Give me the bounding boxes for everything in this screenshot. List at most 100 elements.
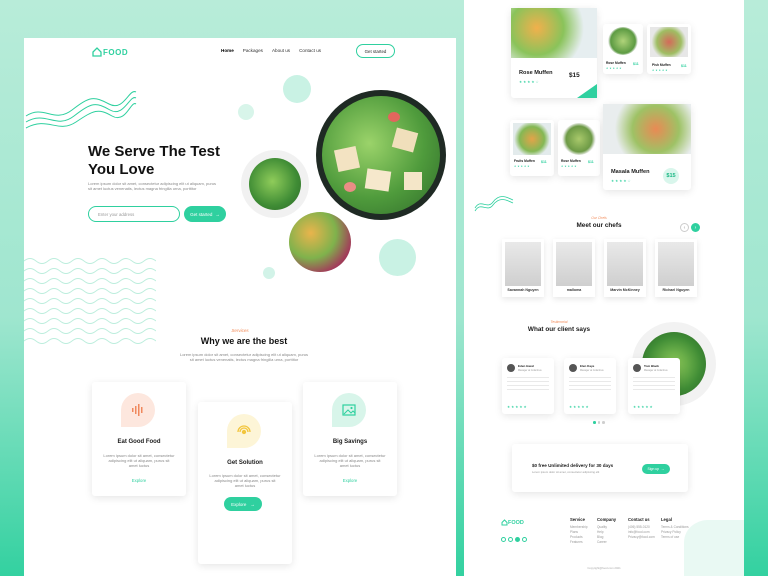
review-text (633, 377, 675, 393)
rating-stars: ★★★★★ (633, 405, 654, 409)
testimonial-card: Eden Hazel Manager at Columbus ★★★★★ (502, 358, 554, 414)
feature-card-title: Eat Good Food (117, 439, 161, 445)
footer-column-title: Contact us (628, 517, 650, 522)
footer-column-company: Company Quality Help Blog Career (597, 517, 616, 545)
chef-card[interactable]: malloma (553, 239, 595, 297)
nav-packages[interactable]: Packages (243, 48, 263, 53)
menu-item-name: Rose Muffen (606, 61, 626, 65)
menu-card-small[interactable]: Rose Muffen ★★★★★ $11 (603, 24, 643, 74)
decor-circle (238, 104, 254, 120)
add-to-cart-button[interactable] (577, 84, 597, 98)
rating-stars: ★★★★☆ (519, 80, 540, 84)
footer-link[interactable]: Features (570, 540, 588, 545)
social-links (501, 537, 527, 542)
nav-about[interactable]: About us (272, 48, 290, 53)
chef-card[interactable]: Marvin McKinney (604, 239, 646, 297)
menu-item-name: Rose Muffen (519, 70, 553, 76)
signal-icon (227, 414, 261, 448)
decor-circle (283, 75, 311, 103)
reviewer-name: Elen Kaye (580, 364, 595, 368)
arrow-right-icon: → (661, 467, 665, 471)
nav-home[interactable]: Home (221, 48, 234, 53)
squiggle-decoration (474, 196, 514, 212)
chef-name: Savannah Nguyen (507, 288, 539, 292)
avatar (633, 364, 641, 372)
chevron-left-icon[interactable]: ‹ (680, 223, 689, 232)
reviewer-role: Manager at Columbus (518, 369, 542, 372)
squiggle-decoration (25, 91, 137, 129)
main-nav: Home Packages About us Contact us (221, 48, 321, 53)
chevron-right-icon[interactable]: › (691, 223, 700, 232)
footer-column-service: Service Membership Plans Products Featur… (570, 517, 588, 545)
copyright: Copyright@food.com 2021 (587, 566, 621, 570)
menu-item-price: $11 (541, 160, 547, 164)
header-get-started-button[interactable]: Get started (356, 44, 395, 58)
carousel-dots[interactable] (593, 421, 605, 424)
arrow-right-icon: → (250, 501, 255, 507)
house-logo-icon (501, 519, 508, 526)
explore-button[interactable]: Explore → (224, 497, 262, 511)
promo-signup-button[interactable]: Sign up → (642, 464, 670, 474)
facebook-icon[interactable] (501, 537, 506, 542)
decor-circle (263, 267, 275, 279)
hero-get-started-button[interactable]: Get started → (184, 206, 226, 222)
chef-card[interactable]: Richael Nguyen (655, 239, 697, 297)
chef-photo (556, 242, 592, 286)
address-input[interactable]: Enter your address (88, 206, 180, 222)
promo-banner: $0 free Unlimited delivery for 30 days L… (512, 444, 688, 492)
chef-photo (658, 242, 694, 286)
footer-link[interactable]: Career (597, 540, 616, 545)
promo-subtitle: Lorem ipsum dolor sit amet, consectetur … (532, 470, 600, 474)
instagram-icon[interactable] (515, 537, 520, 542)
menu-item-name: Rose Muffen (561, 159, 581, 163)
feature-card-text: Lorem ipsum dolor sit amet, consectetur … (206, 473, 284, 489)
why-kicker: Services (231, 328, 249, 333)
menu-card-small[interactable]: Fruits Muffen ★★★★★ $11 (510, 120, 554, 176)
chef-photo (607, 242, 643, 286)
footer-link[interactable]: Privacy@food.com (628, 535, 655, 540)
hero-cta-label: Get started (190, 211, 213, 217)
chef-name: Marvin McKinney (610, 288, 640, 292)
menu-item-name: Masala Muffen (611, 169, 650, 175)
arrow-right-icon: → (215, 211, 220, 217)
menu-card-large[interactable]: Masala Muffen ★★★★☆ $15 (603, 104, 691, 190)
rating-stars: ★★★★★ (569, 405, 590, 409)
footer-logo-text: FOOD (508, 519, 524, 526)
promo-cta-label: Sign up (647, 467, 660, 471)
menu-card-small[interactable]: Rose Muffen ★★★★★ $11 (558, 120, 600, 176)
footer-column-title: Service (570, 517, 585, 522)
feature-card-text-line: amet luctus (339, 463, 361, 469)
testimonials-kicker: Testimonial (550, 320, 568, 324)
footer-link[interactable]: Terms of use (661, 535, 689, 540)
menu-card-small[interactable]: Pish Muffen ★★★★★ $11 (647, 24, 691, 74)
hero-title-line2: You Love (88, 161, 155, 178)
chef-card[interactable]: Savannah Nguyen (502, 239, 544, 297)
menu-item-name: Fruits Muffen (514, 159, 535, 163)
twitter-icon[interactable] (508, 537, 513, 542)
footer-logo[interactable]: FOOD (501, 519, 524, 526)
feature-card-get-solution: Get Solution Lorem ipsum dolor sit amet,… (198, 402, 292, 564)
why-title: Why we are the best (200, 336, 288, 346)
explore-label: Explore (231, 501, 247, 507)
reviewer-role: Manager at Columbus (644, 369, 668, 372)
rating-stars: ★★★★★ (606, 67, 623, 70)
review-text (569, 377, 611, 393)
decor-circle (379, 239, 416, 276)
feature-card-big-savings: Big Savings Lorem ipsum dolor sit amet, … (303, 382, 397, 496)
why-description: Lorem ipsum dolor sit amet, consectetur … (164, 352, 324, 362)
food-image (511, 8, 597, 58)
linkedin-icon[interactable] (522, 537, 527, 542)
explore-link[interactable]: Explore (92, 478, 186, 483)
feature-card-text: Lorem ipsum dolor sit amet, consectetur … (311, 453, 389, 469)
menu-card-large[interactable]: Rose Muffen ★★★★☆ $15 (511, 8, 597, 98)
explore-link[interactable]: Explore (303, 478, 397, 483)
why-desc-line2: sit amet luctus venenatis, lectus magna … (189, 357, 299, 363)
nav-contact[interactable]: Contact us (299, 48, 321, 53)
feature-card-text-line: amet luctus (234, 483, 256, 489)
hero-title: We Serve The Test You Love (88, 143, 220, 179)
menu-item-price: $11 (633, 62, 639, 66)
hero-title-line1: We Serve The Test (88, 143, 220, 160)
landing-page-panel: FOOD Home Packages About us Contact us G… (24, 38, 456, 576)
logo[interactable]: FOOD (92, 47, 128, 57)
rating-stars: ★★★★☆ (611, 179, 632, 183)
